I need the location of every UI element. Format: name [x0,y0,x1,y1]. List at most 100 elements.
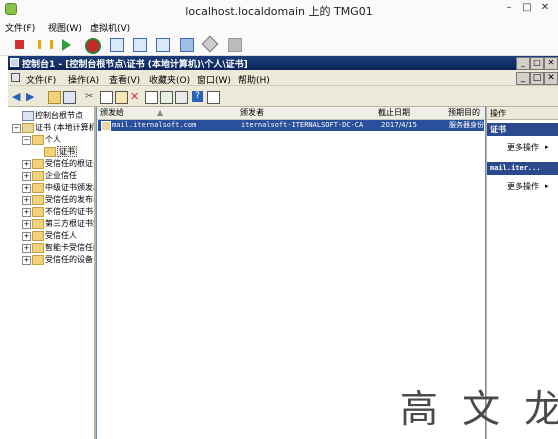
menu-file[interactable]: 文件(F) [26,73,56,86]
tree-node-label: 受信任的设备 [45,255,93,264]
certificate-store-icon [22,123,34,133]
tree-node-label: 控制台根节点 [35,111,83,120]
vm-menu-view[interactable]: 视图(W) [48,21,82,34]
expand-icon[interactable]: + [22,208,31,217]
tree-node-label: 智能卡受信任的根 [45,243,94,252]
manage-snapshots-icon[interactable] [156,38,170,52]
expand-icon[interactable]: + [22,232,31,241]
more-actions-link-2[interactable]: 更多操作 [507,181,539,192]
settings-icon[interactable] [180,38,194,52]
mmc-close-button[interactable]: ✕ [544,57,558,70]
folder-icon [32,171,44,181]
show-hide-tree-icon[interactable] [63,91,76,104]
vm-title-bar: localhost.localdomain 上的 TMG01 – □ ✕ [0,0,558,19]
tree-node[interactable]: 证书 [8,146,94,157]
menu-view[interactable]: 查看(V) [109,73,140,86]
copy-icon[interactable] [100,91,113,104]
vm-menu-file[interactable]: 文件(F) [5,21,35,34]
mmc-window-title: 控制台1 - [控制台根节点\证书 (本地计算机)\个人\证书] [22,60,248,70]
submenu-arrow-icon: ▸ [545,182,549,190]
tree-node[interactable]: + 受信任的发布者 [8,194,94,205]
folder-icon [44,147,56,157]
table-row[interactable]: mail.iternalsoft.com iternalsoft-ITERNAL… [98,120,484,131]
mmc-toolbar: ◀ ▶ ✂ ✕ ? [8,86,558,107]
doc-minimize-button[interactable]: _ [516,72,530,85]
console-root-icon [22,111,34,121]
console-tree: 控制台根节点−证书 (本地计算机)−个人证书+受信任的根证书颁发机构+企业信任+… [8,107,96,439]
paste-icon[interactable] [115,91,128,104]
back-arrow-icon[interactable]: ◀ [12,91,23,102]
expand-icon[interactable]: + [22,256,31,265]
properties-icon[interactable] [145,91,158,104]
expand-icon[interactable]: + [22,160,31,169]
more-actions-link-1[interactable]: 更多操作 [507,142,539,153]
expand-icon[interactable]: + [22,184,31,193]
share-icon[interactable] [201,35,219,53]
action-pane-icon[interactable] [207,91,220,104]
certificate-icon [101,121,111,131]
folder-icon [32,243,44,253]
refresh-icon[interactable] [160,91,173,104]
doc-restore-button[interactable]: □ [530,72,544,85]
tree-node[interactable]: − 个人 [8,134,94,145]
folder-icon [32,255,44,265]
tree-node[interactable]: + 受信任人 [8,230,94,241]
tree-node-label: 第三方根证书颁发机构 [45,219,94,228]
doc-close-button[interactable]: ✕ [544,72,558,85]
tree-node-label: 受信任人 [45,231,77,240]
tree-node-label: 不信任的证书 [45,207,93,216]
revert-icon[interactable] [133,38,147,52]
folder-icon [32,219,44,229]
tree-node[interactable]: + 第三方根证书颁发机构 [8,218,94,229]
column-header-purpose[interactable]: 预期目的 [445,107,485,120]
tree-node[interactable]: + 中级证书颁发机构 [8,182,94,193]
play-icon[interactable] [62,39,71,51]
close-button[interactable]: ✕ [538,2,552,13]
menu-window[interactable]: 窗口(W) [197,73,231,86]
column-header-issued-to[interactable]: 颁发给 ▲ [97,107,241,120]
mmc-restore-button[interactable]: □ [530,57,544,70]
menu-action[interactable]: 操作(A) [68,73,99,86]
folder-icon [32,135,44,145]
column-header-issued-by[interactable]: 颁发者 [237,107,379,120]
maximize-button[interactable]: □ [520,2,534,13]
tree-node[interactable]: + 智能卡受信任的根 [8,242,94,253]
connect-icon[interactable] [228,38,242,52]
pause-icon[interactable] [38,40,53,49]
stop-icon[interactable] [15,40,24,49]
menu-favorites[interactable]: 收藏夹(O) [149,73,190,86]
tree-node[interactable]: + 受信任的设备 [8,254,94,265]
snapshot-icon[interactable] [110,38,124,52]
tree-node[interactable]: + 不信任的证书 [8,206,94,217]
submenu-arrow-icon: ▸ [545,143,549,151]
mmc-title-bar: 控制台1 - [控制台根节点\证书 (本地计算机)\个人\证书] _ □ ✕ [8,56,558,70]
tree-node[interactable]: 控制台根节点 [8,110,94,121]
mmc-minimize-button[interactable]: _ [516,57,530,70]
expand-icon[interactable]: + [22,244,31,253]
delete-icon[interactable]: ✕ [130,91,141,102]
tree-node[interactable]: + 受信任的根证书颁发机构 [8,158,94,169]
up-folder-icon[interactable] [48,91,61,104]
column-header-expiration[interactable]: 截止日期 [375,107,449,120]
vm-menu-bar: 文件(F) 视图(W) 虚拟机(V) [0,19,558,34]
expand-icon[interactable]: + [22,220,31,229]
actions-section-cert[interactable]: 证书 [487,123,558,136]
collapse-icon[interactable]: − [22,136,31,145]
cut-icon[interactable]: ✂ [85,91,96,102]
tree-node[interactable]: − 证书 (本地计算机) [8,122,94,133]
forward-arrow-icon[interactable]: ▶ [26,91,37,102]
actions-section-item[interactable]: mail.iter... [487,162,558,175]
collapse-icon[interactable]: − [12,124,21,133]
help-icon[interactable]: ? [192,91,203,102]
cell-purpose: 服务器身份验证 [449,121,484,129]
vm-menu-vm[interactable]: 虚拟机(V) [90,21,130,34]
reset-icon[interactable] [85,38,101,54]
menu-help[interactable]: 帮助(H) [238,73,270,86]
minimize-button[interactable]: – [502,2,516,13]
sort-ascending-icon: ▲ [157,108,164,117]
export-icon[interactable] [175,91,188,104]
tree-node[interactable]: + 企业信任 [8,170,94,181]
expand-icon[interactable]: + [22,172,31,181]
tree-node-label: 企业信任 [45,171,77,180]
expand-icon[interactable]: + [22,196,31,205]
